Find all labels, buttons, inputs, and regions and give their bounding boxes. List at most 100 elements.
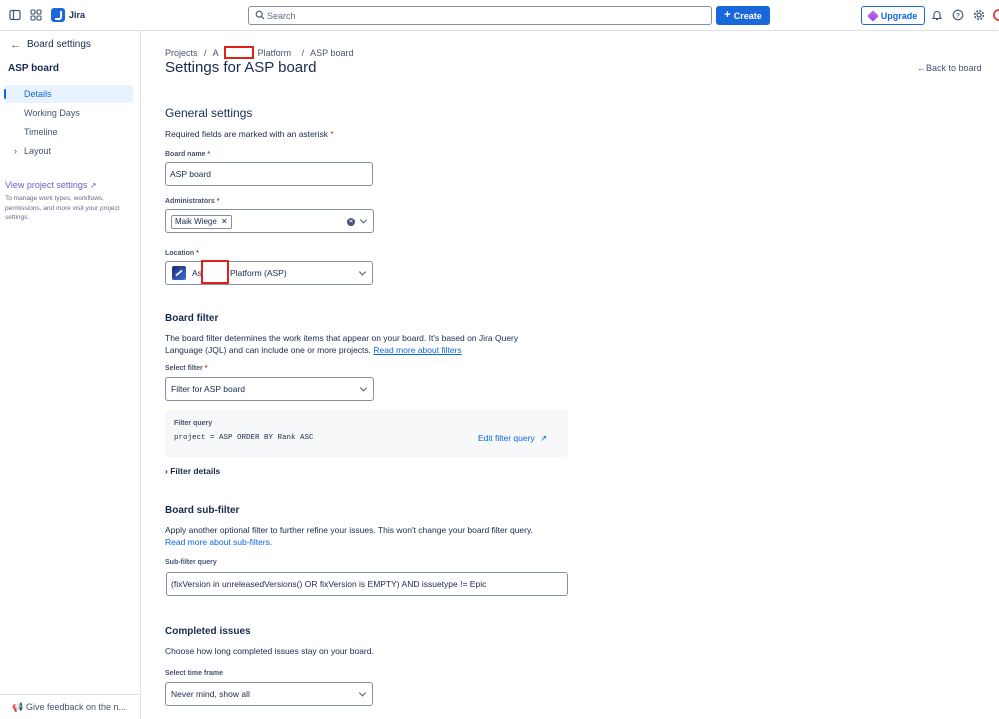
administrator-tag: Maik Wiege ✕ [171, 215, 232, 229]
external-link-icon: ↗ [540, 433, 548, 443]
edit-filter-query-link[interactable]: Edit filter query ↗ [478, 433, 547, 444]
board-filter-heading: Board filter [165, 313, 219, 324]
required-asterisk: * [204, 365, 208, 372]
sub-filter-query-field[interactable] [166, 572, 568, 596]
completed-issues-description: Choose how long completed issues stay on… [165, 646, 374, 656]
breadcrumb-project-suffix: Platform [257, 48, 292, 58]
chevron-down-icon [358, 268, 367, 276]
search-box[interactable] [248, 6, 712, 25]
sidebar-board-name: ASP board [8, 63, 59, 74]
read-more-sub-filters-link[interactable]: Read more about sub-filters. [165, 537, 272, 547]
sidebar: ← Board settings ASP board Details Worki… [0, 31, 141, 719]
chevron-down-icon[interactable] [359, 216, 368, 224]
required-asterisk: * [216, 198, 220, 205]
board-sub-filter-heading: Board sub-filter [165, 505, 240, 516]
sidebar-title: Board settings [27, 39, 91, 50]
view-project-settings-link[interactable]: View project settings ↗ [5, 180, 97, 190]
breadcrumb-projects[interactable]: Projects [165, 48, 198, 58]
breadcrumb: Projects / A Platform / ASP board [165, 46, 358, 59]
board-name-input[interactable] [170, 163, 366, 185]
time-frame-value: Never mind, show all [171, 689, 250, 699]
sidebar-item-details[interactable]: Details [4, 85, 133, 103]
select-filter-label: Select filter * [165, 365, 207, 372]
sub-filter-description-text: Apply another optional filter to further… [165, 525, 533, 535]
label-text: Board name [165, 151, 206, 158]
administrators-label: Administrators * [165, 198, 219, 205]
settings-gear-icon[interactable] [973, 9, 985, 21]
create-button[interactable]: + Create [716, 6, 770, 25]
sidebar-toggle-icon[interactable] [9, 9, 21, 21]
redaction-box [201, 260, 229, 284]
board-name-label: Board name * [165, 151, 210, 158]
location-select[interactable]: As Platform (ASP) [165, 260, 373, 285]
give-feedback-button[interactable]: 📢 Give feedback on the n... [0, 694, 141, 719]
chevron-down-icon [359, 384, 368, 392]
help-icon[interactable]: ? [952, 9, 964, 21]
project-settings-link-text: View project settings [5, 180, 88, 190]
select-time-frame-label: Select time frame [165, 670, 223, 677]
sub-filter-description: Apply another optional filter to further… [165, 524, 585, 548]
required-note-text: Required fields are marked with an aster… [165, 129, 328, 139]
administrators-picker[interactable]: Maik Wiege ✕ ✕ [165, 209, 374, 233]
create-button-label: Create [733, 10, 762, 21]
user-avatar[interactable] [993, 9, 999, 21]
label-text: Location [165, 250, 195, 257]
filter-query-panel: Filter query project = ASP ORDER BY Rank… [165, 410, 568, 457]
breadcrumb-project[interactable]: A Platform [212, 46, 296, 59]
required-asterisk: * [330, 129, 334, 139]
sidebar-item-working-days[interactable]: Working Days [4, 104, 133, 122]
sub-filter-query-input[interactable] [171, 573, 551, 595]
breadcrumb-project-prefix: A [212, 48, 219, 58]
general-settings-heading: General settings [165, 106, 253, 120]
required-fields-note: Required fields are marked with an aster… [165, 128, 334, 140]
app-switcher-icon[interactable] [30, 9, 42, 21]
notifications-bell-icon[interactable] [931, 9, 943, 21]
required-asterisk: * [196, 250, 199, 257]
sidebar-item-label: Layout [24, 146, 52, 156]
svg-text:?: ? [956, 12, 960, 19]
chevron-right-icon: › [165, 466, 168, 476]
project-avatar-icon [172, 266, 186, 280]
search-input[interactable] [267, 9, 697, 22]
board-name-field[interactable] [165, 162, 373, 186]
location-label: Location * [165, 250, 199, 257]
app-name[interactable]: Jira [69, 10, 85, 20]
filter-details-toggle[interactable]: › Filter details [165, 466, 220, 476]
main-content: Projects / A Platform / ASP board Setting… [142, 31, 999, 719]
completed-issues-heading: Completed issues [165, 626, 251, 637]
feedback-label: Give feedback on the n... [26, 702, 127, 712]
location-suffix: Platform (ASP) [230, 268, 287, 278]
select-filter-dropdown[interactable]: Filter for ASP board [165, 377, 374, 401]
arrow-left-icon: ← [917, 63, 926, 73]
read-more-filters-link[interactable]: Read more about filters [373, 345, 461, 355]
breadcrumb-board[interactable]: ASP board [310, 48, 353, 58]
upgrade-button-label: Upgrade [880, 10, 918, 21]
label-text: Administrators [165, 198, 215, 205]
project-settings-help-text: To manage work types, workflows, permiss… [5, 195, 120, 221]
clear-selection-icon[interactable]: ✕ [347, 218, 355, 226]
plus-icon: + [724, 9, 731, 21]
administrator-tag-label: Maik Wiege [175, 217, 217, 226]
sidebar-item-layout[interactable]: › Layout [4, 142, 133, 160]
board-filter-description-text: The board filter determines the work ite… [165, 333, 519, 355]
gem-icon [867, 9, 879, 22]
sidebar-item-label: Details [24, 89, 52, 99]
edit-filter-query-label: Edit filter query [478, 433, 535, 443]
filter-query-label: Filter query [174, 420, 213, 427]
chevron-right-icon: › [14, 146, 17, 156]
top-navigation-bar: Jira + Create Upgrade ? [0, 0, 999, 31]
redaction-box [223, 46, 254, 59]
upgrade-button[interactable]: Upgrade [861, 6, 925, 25]
time-frame-dropdown[interactable]: Never mind, show all [165, 682, 373, 706]
back-to-board-link[interactable]: ←Back to board [917, 63, 982, 73]
filter-details-label: Filter details [170, 466, 221, 476]
jira-logo-icon[interactable] [51, 8, 65, 22]
sidebar-item-timeline[interactable]: Timeline [4, 123, 133, 141]
sub-filter-query-label: Sub-filter query [165, 559, 217, 566]
select-filter-value: Filter for ASP board [171, 384, 246, 394]
sidebar-item-label: Timeline [24, 127, 58, 137]
page-title: Settings for ASP board [165, 59, 317, 76]
remove-tag-icon[interactable]: ✕ [221, 217, 228, 226]
back-arrow-icon[interactable]: ← [10, 39, 21, 51]
megaphone-icon: 📢 [12, 702, 24, 712]
